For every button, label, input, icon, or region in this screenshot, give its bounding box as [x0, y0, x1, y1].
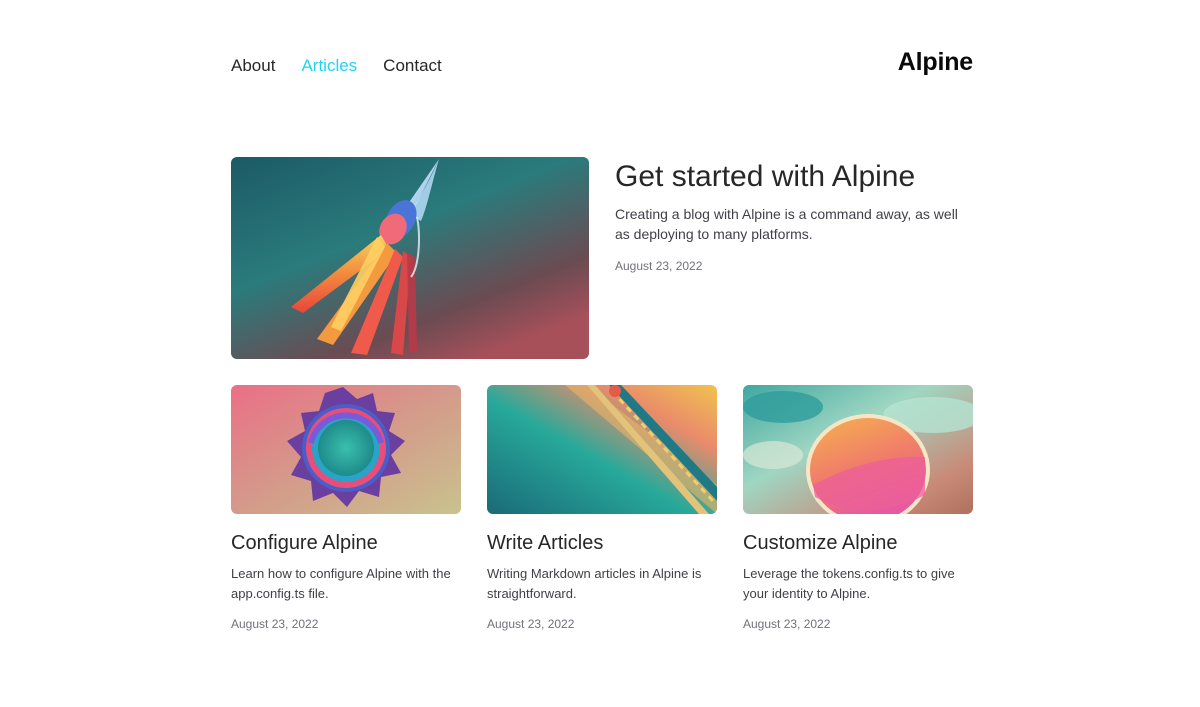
- article-card: Write Articles Writing Markdown articles…: [487, 385, 717, 632]
- nav-contact-link[interactable]: Contact: [383, 56, 442, 76]
- article-date: August 23, 2022: [743, 616, 973, 632]
- featured-description: Creating a blog with Alpine is a command…: [615, 204, 975, 244]
- article-card: Customize Alpine Leverage the tokens.con…: [743, 385, 973, 632]
- article-title[interactable]: Customize Alpine: [743, 530, 973, 556]
- featured-title[interactable]: Get started with Alpine: [615, 158, 975, 196]
- article-description: Writing Markdown articles in Alpine is s…: [487, 564, 717, 604]
- nav-about-link[interactable]: About: [231, 56, 275, 76]
- article-date: August 23, 2022: [231, 616, 461, 632]
- article-title[interactable]: Configure Alpine: [231, 530, 461, 556]
- featured-date: August 23, 2022: [615, 258, 975, 274]
- article-image[interactable]: [743, 385, 973, 514]
- page: About Articles Contact Alpine: [0, 0, 1200, 707]
- article-description: Learn how to configure Alpine with the a…: [231, 564, 461, 604]
- article-image[interactable]: [231, 385, 461, 514]
- nav-articles-link[interactable]: Articles: [301, 56, 357, 76]
- main-nav: About Articles Contact: [231, 56, 442, 76]
- brand-logo[interactable]: Alpine: [898, 48, 973, 77]
- article-description: Leverage the tokens.config.ts to give yo…: [743, 564, 973, 604]
- featured-image[interactable]: [231, 157, 589, 359]
- article-card: Configure Alpine Learn how to configure …: [231, 385, 461, 632]
- article-image[interactable]: [487, 385, 717, 514]
- article-date: August 23, 2022: [487, 616, 717, 632]
- featured-article: Get started with Alpine Creating a blog …: [615, 158, 975, 274]
- article-title[interactable]: Write Articles: [487, 530, 717, 556]
